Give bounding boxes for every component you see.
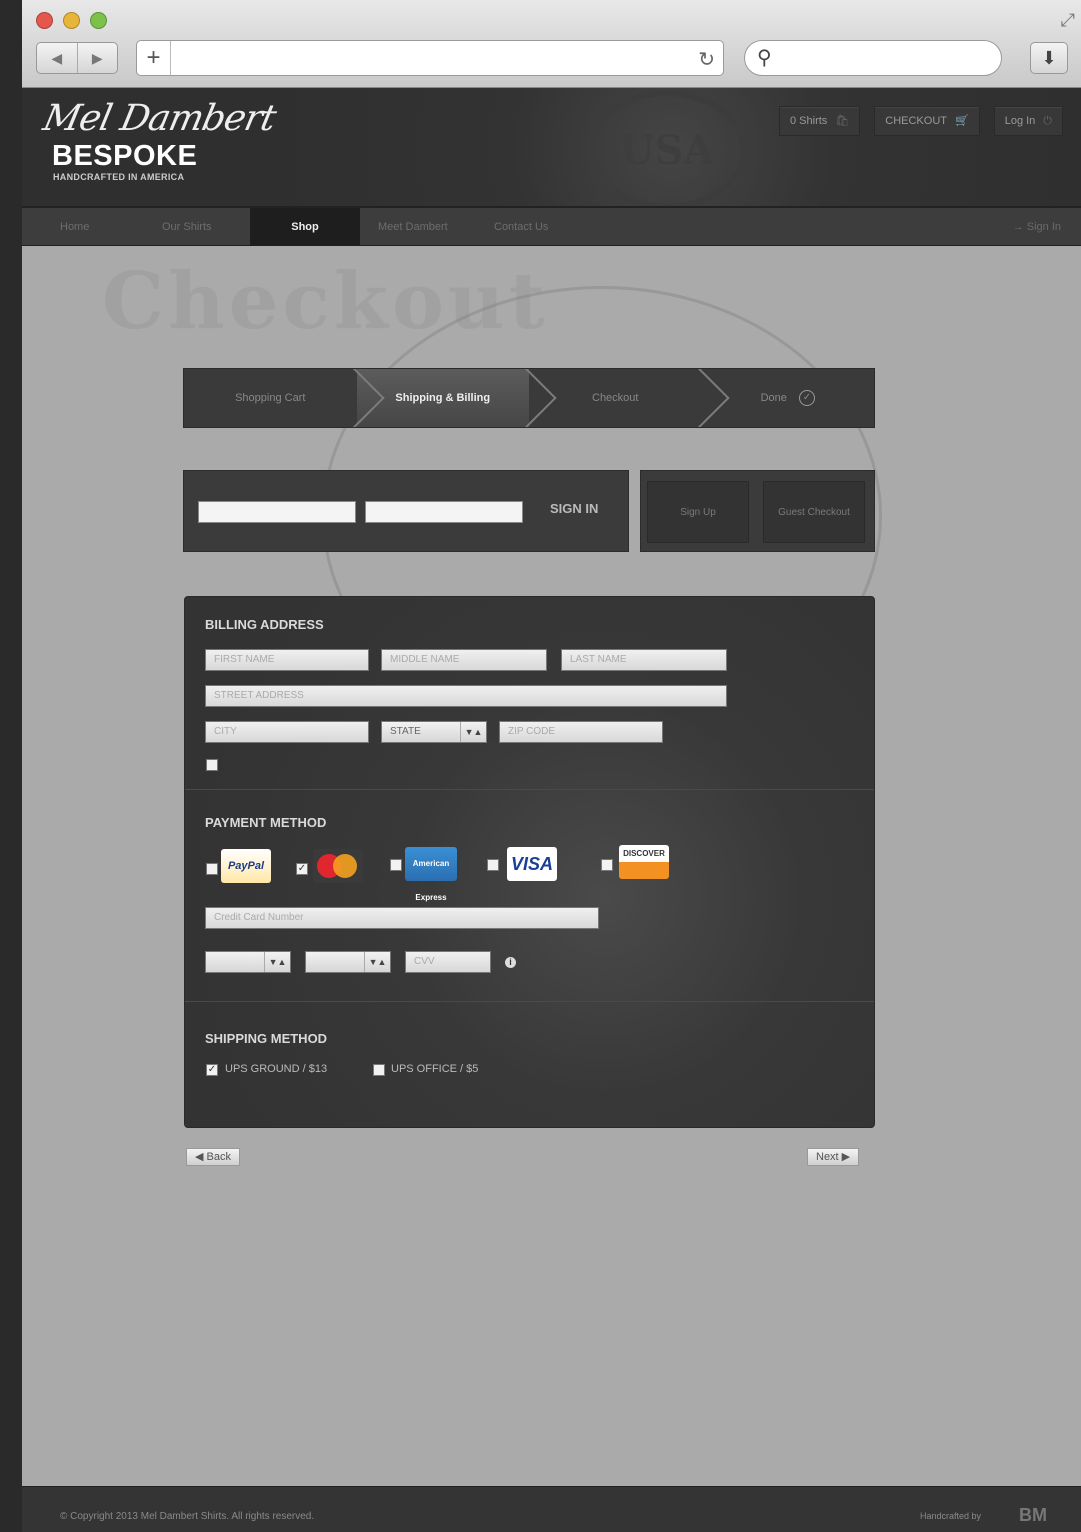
logo-title[interactable]: BESPOKE	[52, 140, 197, 173]
site-header: Mel Dambert BESPOKE HANDCRAFTED IN AMERI…	[22, 88, 1081, 210]
cart-count: 0 Shirts	[790, 115, 828, 127]
same-address-checkbox[interactable]	[206, 759, 218, 771]
first-name-field[interactable]: FIRST NAME	[205, 649, 369, 671]
payment-title: PAYMENT METHOD	[205, 815, 327, 830]
checkout-form: BILLING ADDRESS FIRST NAME MIDDLE NAME L…	[184, 596, 875, 1128]
nav-item-contact-us[interactable]: Contact Us	[494, 208, 548, 246]
close-window-button[interactable]	[36, 12, 53, 29]
city-field[interactable]: CITY	[205, 721, 369, 743]
sign-in-box: SIGN IN	[183, 470, 629, 552]
zip-code-field[interactable]: ZIP CODE	[499, 721, 663, 743]
login-label: Log In	[1004, 115, 1036, 127]
download-icon[interactable]: ⬇	[1030, 42, 1068, 74]
ups-ground-label: UPS GROUND / $13	[225, 1063, 328, 1075]
cart-icon: 🛍	[835, 115, 850, 127]
account-options: Sign Up Guest Checkout	[640, 470, 875, 552]
info-icon[interactable]: i	[505, 957, 516, 968]
select-arrows-icon: ▼▲	[264, 952, 290, 972]
sign-in-button[interactable]: SIGN IN	[550, 501, 598, 516]
expiry-month-select[interactable]: ▼▲	[205, 951, 291, 973]
header-actions: 0 Shirts 🛍 CHECKOUT 🛒 Log In ⏻	[779, 106, 1063, 136]
street-address-field[interactable]: STREET ADDRESS	[205, 685, 727, 707]
address-bar[interactable]: + ↻	[136, 40, 724, 76]
reload-icon[interactable]: ↻	[698, 47, 715, 72]
main-nav: Home Our Shirts Shop Meet Dambert Contac…	[22, 206, 1081, 246]
shipping-title: SHIPPING METHOD	[205, 1031, 328, 1046]
cart-button[interactable]: 0 Shirts 🛍	[779, 106, 861, 136]
nav-sign-in-link[interactable]: → Sign In	[1013, 208, 1061, 246]
logo-tagline: HANDCRAFTED IN AMERICA	[53, 172, 185, 182]
mastercard-checkbox[interactable]: ✓	[296, 863, 308, 875]
back-icon[interactable]: ◀	[37, 43, 77, 73]
guest-checkout-button[interactable]: Guest Checkout	[763, 481, 865, 543]
middle-name-field[interactable]: MIDDLE NAME	[381, 649, 547, 671]
discover-checkbox[interactable]	[601, 859, 613, 871]
nav-item-home[interactable]: Home	[60, 208, 89, 246]
paypal-logo[interactable]: PayPal	[221, 849, 271, 883]
ups-ground-checkbox[interactable]: ✓	[206, 1064, 218, 1076]
checkout-progress: Shopping Cart Shipping & Billing Checkou…	[183, 368, 875, 428]
cart-icon: 🛒	[955, 115, 969, 127]
new-tab-icon[interactable]: +	[137, 41, 171, 75]
nav-item-meet-dambert[interactable]: Meet Dambert	[378, 208, 448, 246]
checkout-label: CHECKOUT	[885, 115, 947, 127]
section-divider	[185, 789, 874, 790]
forward-icon[interactable]: ▶	[76, 43, 118, 73]
visa-logo[interactable]: VISA	[507, 847, 557, 881]
paypal-checkbox[interactable]	[206, 863, 218, 875]
next-button[interactable]: Next ▶	[807, 1148, 860, 1166]
check-circle-icon: ✓	[798, 390, 815, 407]
nav-item-our-shirts[interactable]: Our Shirts	[162, 208, 212, 246]
power-icon: ⏻	[1043, 115, 1052, 127]
select-arrows-icon: ▼▲	[460, 722, 486, 742]
site-footer: © Copyright 2013 Mel Dambert Shirts. All…	[22, 1486, 1081, 1532]
ups-office-label: UPS OFFICE / $5	[391, 1063, 479, 1075]
password-field[interactable]	[365, 501, 523, 523]
sign-up-button[interactable]: Sign Up	[647, 481, 749, 543]
zoom-window-button[interactable]	[90, 12, 107, 29]
state-select[interactable]: STATE ▼▲	[381, 721, 487, 743]
step-label: Checkout	[592, 392, 639, 404]
cvv-field[interactable]: CVV	[405, 951, 491, 973]
card-number-field[interactable]: Credit Card Number	[205, 907, 599, 929]
copyright-text: © Copyright 2013 Mel Dambert Shirts. All…	[60, 1511, 315, 1522]
checkout-button[interactable]: CHECKOUT 🛒	[874, 106, 980, 136]
main-content: Checkout Shopping Cart Shipping & Billin…	[22, 246, 1081, 1486]
email-field[interactable]	[198, 501, 356, 523]
window-controls	[36, 12, 107, 29]
last-name-field[interactable]: LAST NAME	[561, 649, 727, 671]
credit-text: Handcrafted by	[919, 1511, 981, 1521]
amex-checkbox[interactable]	[390, 859, 402, 871]
step-shopping-cart[interactable]: Shopping Cart	[184, 369, 385, 427]
logo-script[interactable]: Mel Dambert	[40, 98, 279, 139]
billing-title: BILLING ADDRESS	[205, 617, 324, 632]
designer-logo[interactable]: BM	[1019, 1505, 1047, 1526]
fullscreen-icon[interactable]: ⤢	[1061, 10, 1075, 31]
amex-logo[interactable]: American Express	[405, 847, 457, 902]
select-arrows-icon: ▼▲	[364, 952, 390, 972]
browser-toolbar: ⤢ ◀ ▶ + ↻ ⚲ ⬇	[22, 0, 1081, 88]
login-button[interactable]: Log In ⏻	[993, 106, 1063, 136]
mastercard-logo[interactable]	[313, 849, 363, 883]
section-divider	[185, 1001, 874, 1002]
step-label: Done	[760, 392, 787, 404]
minimize-window-button[interactable]	[63, 12, 80, 29]
nav-item-shop[interactable]: Shop	[250, 208, 360, 246]
back-button[interactable]: ◀ Back	[186, 1148, 240, 1166]
usa-seal: USA	[587, 90, 747, 210]
state-select-value: STATE	[390, 726, 421, 737]
expiry-year-select[interactable]: ▼▲	[305, 951, 391, 973]
search-icon: ⚲	[757, 47, 772, 69]
discover-logo[interactable]: DISCOVER	[619, 845, 669, 879]
visa-checkbox[interactable]	[487, 859, 499, 871]
history-nav: ◀ ▶	[36, 42, 118, 74]
ups-office-checkbox[interactable]	[373, 1064, 385, 1076]
search-input[interactable]: ⚲	[744, 40, 1002, 76]
